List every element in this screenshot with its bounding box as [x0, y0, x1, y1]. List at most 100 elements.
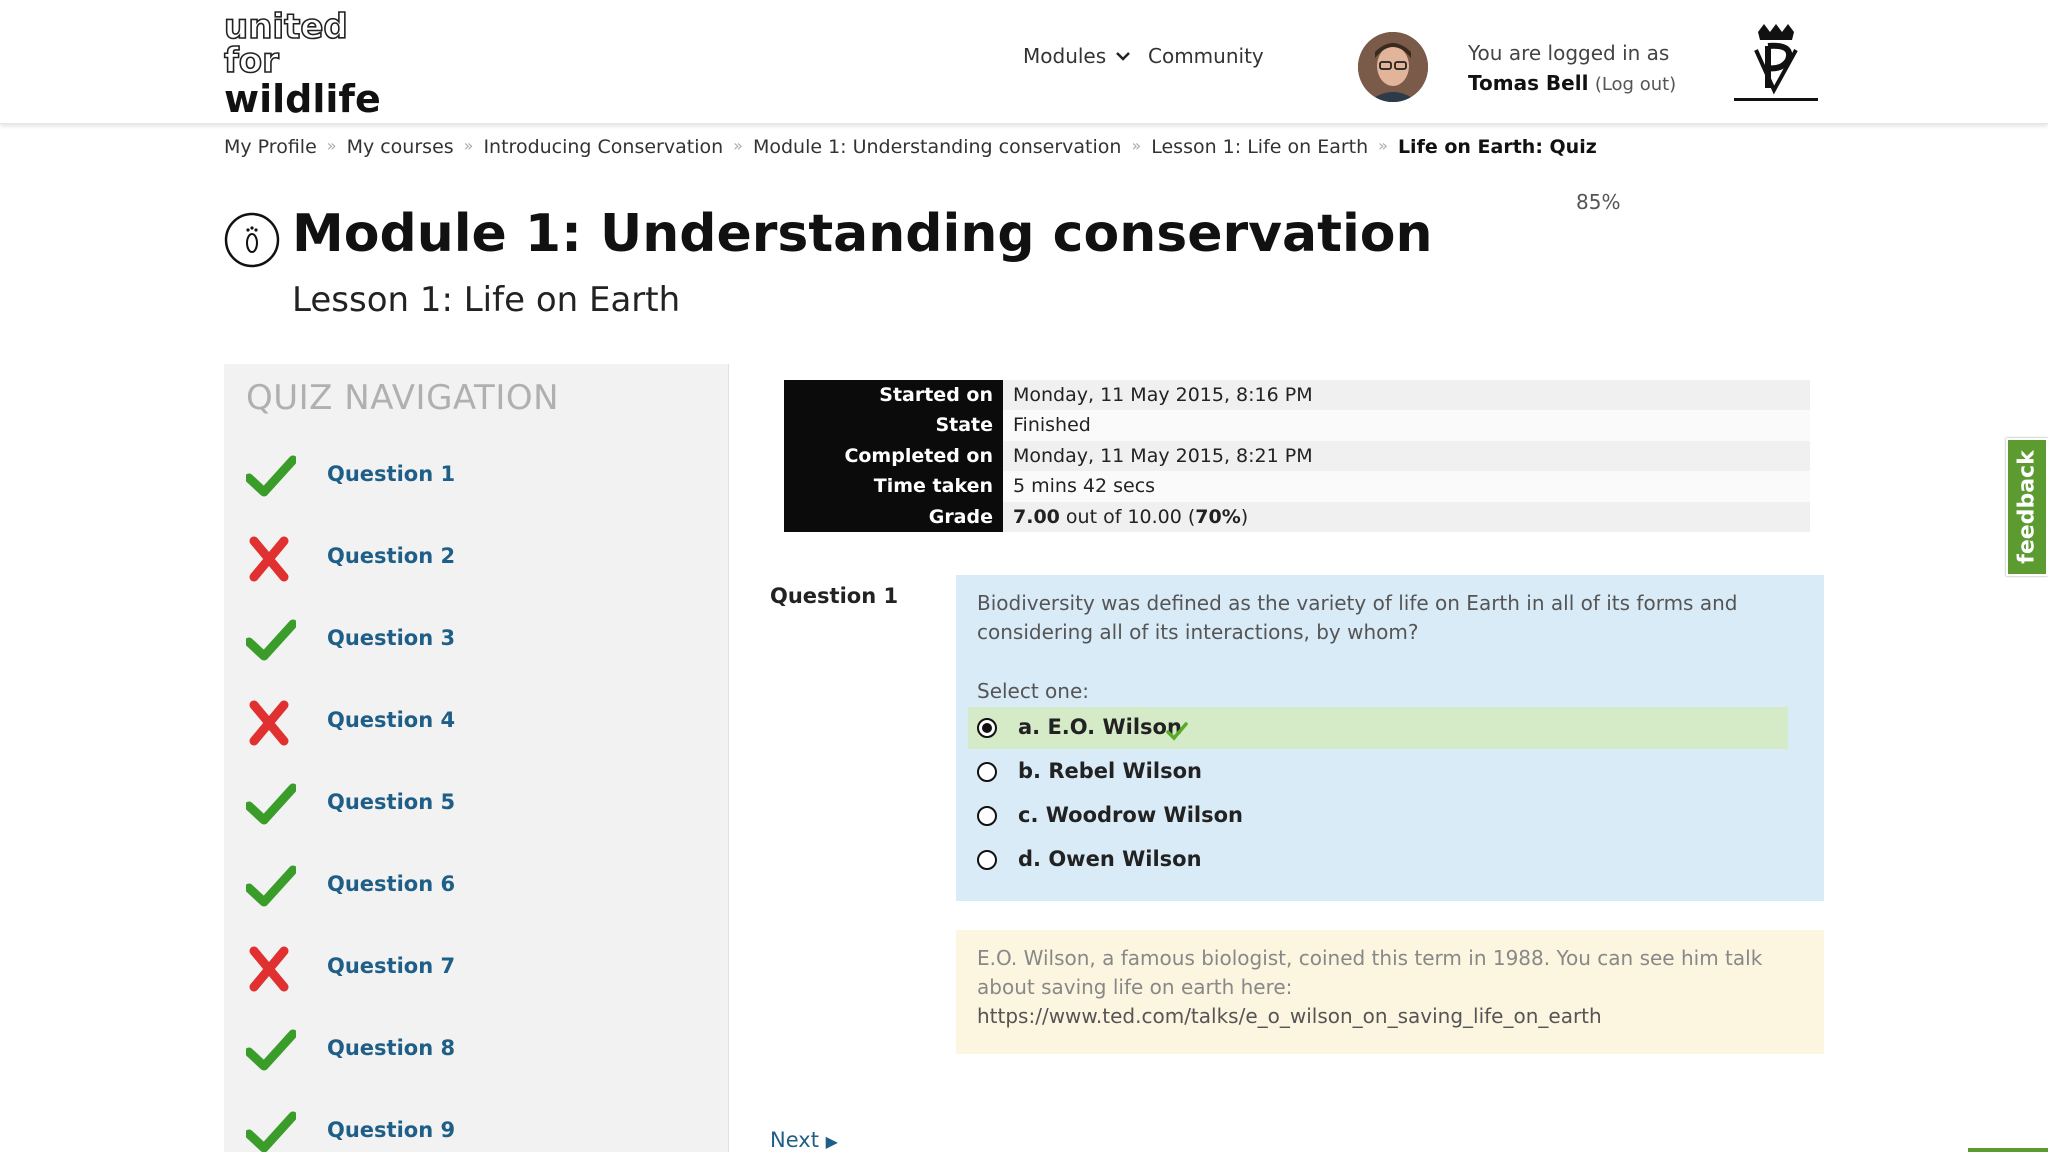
answer-option-label[interactable]: c. Woodrow Wilson — [1018, 803, 1243, 827]
nav-community-link[interactable]: Community — [1148, 44, 1264, 68]
header: united for wildlife Modules Community Yo… — [0, 0, 2048, 124]
summary-value: 5 mins 42 secs — [1003, 471, 1810, 502]
summary-value: Monday, 11 May 2015, 8:21 PM — [1003, 440, 1810, 472]
logout-link[interactable]: (Log out) — [1595, 74, 1676, 95]
correct-check-icon — [1166, 721, 1188, 741]
question-box: Biodiversity was defined as the variety … — [956, 575, 1824, 901]
logo-line-1: united — [223, 7, 348, 47]
quiz-nav-question-link[interactable]: Question 1 — [327, 462, 455, 486]
feedback-tab-underline — [1968, 1148, 2048, 1152]
avatar-image — [1358, 32, 1428, 102]
answer-option[interactable]: b. Rebel Wilson — [968, 751, 1788, 793]
grade-total: out of 10.00 ( — [1059, 505, 1196, 528]
united-for-wildlife-logo[interactable]: united for wildlife — [223, 7, 381, 121]
quiz-nav-question-link[interactable]: Question 3 — [327, 626, 455, 650]
answer-option-label[interactable]: b. Rebel Wilson — [1018, 759, 1202, 783]
summary-grade-value: 7.00 out of 10.00 (70%) — [1003, 501, 1810, 532]
summary-row: Completed on Monday, 11 May 2015, 8:21 P… — [784, 440, 1810, 472]
quiz-nav-question-link[interactable]: Question 2 — [327, 544, 455, 568]
breadcrumb-my-profile[interactable]: My Profile — [224, 136, 317, 158]
summary-key: Started on — [784, 380, 1003, 411]
answer-option[interactable]: a. E.O. Wilson — [968, 707, 1788, 749]
quiz-nav-item[interactable]: Question 1 — [224, 446, 729, 508]
logo-line-2: for — [223, 41, 280, 81]
check-icon — [244, 1110, 298, 1152]
breadcrumb-separator: » — [463, 136, 474, 155]
quiz-navigation-panel: QUIZ NAVIGATION Question 1 Question 2 Ques… — [224, 364, 729, 1152]
radio-button[interactable] — [977, 850, 997, 870]
breadcrumb-lesson[interactable]: Lesson 1: Life on Earth — [1151, 136, 1368, 158]
feedback-tab[interactable]: feedback — [2006, 438, 2048, 576]
summary-row: State Finished — [784, 410, 1810, 441]
radio-button[interactable] — [977, 718, 997, 738]
quiz-nav-question-link[interactable]: Question 5 — [327, 790, 455, 814]
summary-value: Monday, 11 May 2015, 8:16 PM — [1003, 380, 1810, 411]
summary-key: Time taken — [784, 471, 1003, 502]
answer-option[interactable]: c. Woodrow Wilson — [968, 795, 1788, 837]
check-icon — [244, 618, 298, 664]
summary-key: State — [784, 410, 1003, 441]
question-number: Question 1 — [770, 584, 899, 608]
quiz-nav-item[interactable]: Question 2 — [224, 528, 729, 590]
next-button[interactable]: Next ▶ — [770, 1128, 838, 1152]
grade-percent: 70% — [1195, 505, 1241, 528]
quiz-nav-item[interactable]: Question 7 — [224, 938, 729, 1000]
summary-key: Completed on — [784, 440, 1003, 472]
cross-icon — [246, 946, 296, 992]
royal-foundation-logo[interactable] — [1728, 22, 1824, 106]
quiz-nav-question-link[interactable]: Question 7 — [327, 954, 455, 978]
check-icon — [244, 1028, 298, 1074]
feedback-tab-label: feedback — [2014, 450, 2040, 564]
radio-button[interactable] — [977, 806, 997, 826]
breadcrumb-separator: » — [1131, 136, 1142, 155]
quiz-nav-item[interactable]: Question 5 — [224, 774, 729, 836]
progress-percent: 85% — [1576, 190, 1621, 214]
nav-modules-menu[interactable]: Modules — [1023, 44, 1131, 68]
play-arrow-icon: ▶ — [825, 1132, 838, 1151]
select-one-label: Select one: — [977, 679, 1090, 703]
avatar[interactable] — [1358, 32, 1428, 102]
quiz-nav-question-link[interactable]: Question 4 — [327, 708, 455, 732]
quiz-nav-item[interactable]: Question 3 — [224, 610, 729, 672]
quiz-nav-question-link[interactable]: Question 6 — [327, 872, 455, 896]
feedback-text: E.O. Wilson, a famous biologist, coined … — [977, 946, 1763, 999]
breadcrumb-course[interactable]: Introducing Conservation — [483, 136, 723, 158]
summary-row: Time taken 5 mins 42 secs — [784, 471, 1810, 502]
breadcrumb: My Profile » My courses » Introducing Co… — [224, 136, 1597, 158]
quiz-nav-question-link[interactable]: Question 9 — [327, 1118, 455, 1142]
footprint-icon — [224, 212, 280, 268]
login-info: You are logged in as Tomas Bell (Log out… — [1468, 38, 1676, 100]
breadcrumb-module[interactable]: Module 1: Understanding conservation — [753, 136, 1121, 158]
question-text: Biodiversity was defined as the variety … — [977, 591, 1738, 644]
check-icon — [244, 454, 298, 500]
user-name[interactable]: Tomas Bell — [1468, 71, 1588, 95]
next-label: Next — [770, 1128, 819, 1152]
answer-option-label[interactable]: a. E.O. Wilson — [1018, 715, 1182, 739]
breadcrumb-current: Life on Earth: Quiz — [1397, 136, 1597, 158]
quiz-nav-item[interactable]: Question 9 — [224, 1102, 729, 1152]
quiz-nav-item[interactable]: Question 6 — [224, 856, 729, 918]
summary-value: Finished — [1003, 410, 1810, 441]
summary-key: Grade — [784, 501, 1003, 532]
summary-row: Started on Monday, 11 May 2015, 8:16 PM — [784, 380, 1810, 411]
quiz-nav-item[interactable]: Question 4 — [224, 692, 729, 754]
quiz-nav-question-link[interactable]: Question 8 — [327, 1036, 455, 1060]
breadcrumb-separator: » — [733, 136, 743, 155]
cross-icon — [246, 700, 296, 746]
quiz-nav-item[interactable]: Question 8 — [224, 1020, 729, 1082]
radio-button[interactable] — [977, 762, 997, 782]
login-prefix: You are logged in as — [1468, 41, 1670, 65]
grade-score: 7.00 — [1013, 505, 1060, 528]
chevron-down-icon — [1116, 52, 1131, 61]
feedback-link[interactable]: https://www.ted.com/talks/e_o_wilson_on_… — [977, 1004, 1602, 1028]
page-title: Module 1: Understanding conservation — [292, 204, 1433, 264]
check-icon — [244, 782, 298, 828]
breadcrumb-my-courses[interactable]: My courses — [347, 136, 454, 158]
logo-line-3: wildlife — [224, 77, 381, 121]
grade-close: ) — [1240, 505, 1249, 528]
answer-option[interactable]: d. Owen Wilson — [968, 839, 1788, 881]
answer-feedback-text: E.O. Wilson, a famous biologist, coined … — [977, 944, 1797, 1031]
answer-option-label[interactable]: d. Owen Wilson — [1018, 847, 1202, 871]
cross-icon — [246, 536, 296, 582]
breadcrumb-separator: » — [326, 136, 337, 155]
